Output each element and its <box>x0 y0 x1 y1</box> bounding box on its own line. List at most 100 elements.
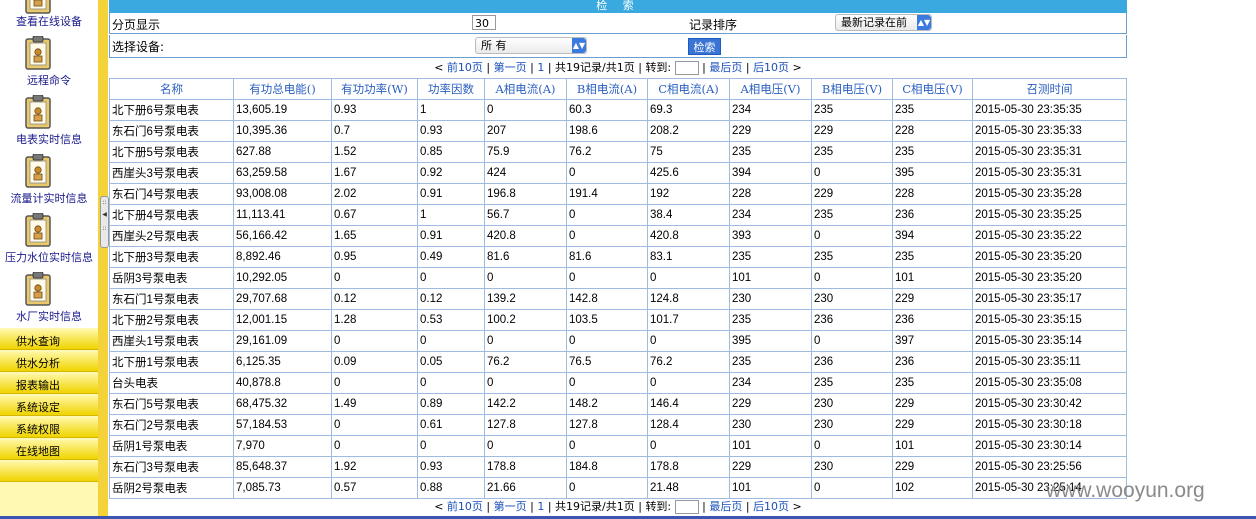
pager-first-link[interactable]: 第一页 <box>494 61 527 74</box>
table-cell: 0 <box>647 372 730 394</box>
table-cell: 0 <box>647 267 730 289</box>
table-cell: 0 <box>811 330 893 352</box>
menu-item-label: 系统权限 <box>16 423 60 436</box>
table-cell: 235 <box>811 99 893 121</box>
pager-prev10-link[interactable]: 前10页 <box>447 500 483 513</box>
table-cell: 北下册2号泵电表 <box>109 309 234 331</box>
table-cell: 397 <box>892 330 973 352</box>
table-cell: 0 <box>566 204 648 226</box>
table-cell: 229 <box>729 456 812 478</box>
pager-first-link[interactable]: 第一页 <box>494 500 527 513</box>
sort-select[interactable]: 最新记录在前 ▲▼ <box>835 14 932 31</box>
sidebar-item-label: 水厂实时信息 <box>16 310 82 323</box>
table-cell: 63,259.58 <box>233 162 332 184</box>
table-cell: 2015-05-30 23:25:56 <box>972 456 1127 478</box>
table-cell: 76.5 <box>566 351 648 373</box>
pager-prev10-link[interactable]: 前10页 <box>447 61 483 74</box>
sidebar-item-meter-realtime[interactable]: 电表实时信息 <box>0 92 98 147</box>
collapse-handle[interactable]: :: ◀:: <box>100 196 109 248</box>
table-cell: 1.52 <box>331 141 418 163</box>
table-cell: 12,001.15 <box>233 309 332 331</box>
table-cell: 101 <box>892 435 973 457</box>
table-row: 北下册3号泵电表 8,892.46 0.95 0.49 81.6 81.6 83.1 235 2… <box>109 246 1127 268</box>
table-cell: 196.8 <box>484 183 567 205</box>
table-cell: 0 <box>417 330 485 352</box>
pager-goto-input[interactable] <box>674 61 699 75</box>
menu-item-label: 报表输出 <box>16 379 60 392</box>
page-size-input[interactable]: 30 <box>472 15 496 30</box>
table-cell: 西崖头3号泵电表 <box>109 162 234 184</box>
table-cell: 21.66 <box>484 477 567 499</box>
device-select[interactable]: 所 有 ▲▼ <box>475 37 587 54</box>
clipboard-icon <box>23 94 53 129</box>
table-cell: 8,892.46 <box>233 246 332 268</box>
table-cell: 229 <box>892 414 973 436</box>
table-cell: 0.91 <box>417 225 485 247</box>
pager-current-page[interactable]: 1 <box>537 61 544 74</box>
table-cell: 208.2 <box>647 120 730 142</box>
pager-next10-link[interactable]: 后10页 <box>753 61 789 74</box>
search-button[interactable]: 检索 <box>688 38 721 55</box>
table-cell: 235 <box>892 99 973 121</box>
pager-current-page[interactable]: 1 <box>537 500 544 513</box>
sidebar-item-pressure-realtime[interactable]: 压力水位实时信息 <box>0 210 98 265</box>
sort-label: 记录排序 <box>689 18 738 32</box>
sidebar-item-remote-command[interactable]: 远程命令 <box>0 33 98 88</box>
table-cell: 东石门6号泵电表 <box>109 120 234 142</box>
table-cell: 1.92 <box>331 456 418 478</box>
pager-last-link[interactable]: 最后页 <box>709 500 742 513</box>
table-cell: 2015-05-30 23:35:17 <box>972 288 1127 310</box>
table-cell: 2015-05-30 23:35:20 <box>972 246 1127 268</box>
table-cell: 83.1 <box>647 246 730 268</box>
device-select-value: 所 有 <box>481 39 507 52</box>
table-cell: 北下册5号泵电表 <box>109 141 234 163</box>
menu-item-report-output[interactable]: 报表输出 <box>0 374 98 394</box>
table-cell: 0.12 <box>331 288 418 310</box>
menu-item-supply-analysis[interactable]: 供水分析 <box>0 352 98 372</box>
table-row: 东石门2号泵电表 57,184.53 0 0.61 127.8 127.8 128.4 230… <box>109 414 1127 436</box>
menu-item-supply-query[interactable]: 供水查询 <box>0 330 98 350</box>
sidebar-item-plant-realtime[interactable]: 水厂实时信息 <box>0 269 98 324</box>
pager-goto-input[interactable] <box>674 500 699 514</box>
table-cell: 岳阴2号泵电表 <box>109 477 234 499</box>
table-cell: 235 <box>892 141 973 163</box>
table-cell: 146.4 <box>647 393 730 415</box>
table-cell: 0 <box>811 162 893 184</box>
table-cell: 127.8 <box>566 414 648 436</box>
table-cell: 229 <box>811 183 893 205</box>
table-cell: 东石门5号泵电表 <box>109 393 234 415</box>
menu-item-system-settings[interactable]: 系统设定 <box>0 396 98 416</box>
table-cell: 234 <box>729 204 812 226</box>
table-row: 岳阴1号泵电表 7,970 0 0 0 0 0 101 0 101 2015-05-30 23:30… <box>109 435 1127 457</box>
frame-divider <box>98 0 108 519</box>
table-row: 北下册2号泵电表 12,001.15 1.28 0.53 100.2 103.5 101.7… <box>109 309 1127 331</box>
sidebar-item-label: 流量计实时信息 <box>10 192 88 205</box>
table-cell: 2015-05-30 23:30:42 <box>972 393 1127 415</box>
sidebar-item-label: 压力水位实时信息 <box>5 251 93 264</box>
table-cell: 0 <box>484 330 567 352</box>
table-cell: 178.8 <box>647 456 730 478</box>
table-cell: 139.2 <box>484 288 567 310</box>
table-cell: 北下册3号泵电表 <box>109 246 234 268</box>
table-cell: 0 <box>811 435 893 457</box>
pager-next10-link[interactable]: 后10页 <box>753 500 789 513</box>
table-cell: 0 <box>484 435 567 457</box>
sidebar-item-online-devices[interactable]: 查看在线设备 <box>0 0 98 30</box>
table-cell: 1.49 <box>331 393 418 415</box>
table-cell: 236 <box>811 309 893 331</box>
table-cell: 230 <box>729 414 812 436</box>
pager-last-link[interactable]: 最后页 <box>709 61 742 74</box>
table-cell: 2015-05-30 23:35:22 <box>972 225 1127 247</box>
table-cell: 0 <box>811 267 893 289</box>
table-row: 北下册6号泵电表 13,605.19 0.93 1 0 60.3 69.3 234 235 235… <box>109 99 1127 121</box>
table-row: 北下册1号泵电表 6,125.35 0.09 0.05 76.2 76.5 76.2 235 2… <box>109 351 1127 373</box>
search-row-2: 选择设备: 所 有 ▲▼ <box>109 35 1127 58</box>
menu-item-online-map[interactable]: 在线地图 <box>0 440 98 460</box>
sidebar-item-flowmeter-realtime[interactable]: 流量计实时信息 <box>0 151 98 206</box>
table-cell: 229 <box>892 456 973 478</box>
menu-item-system-permissions[interactable]: 系统权限 <box>0 418 98 438</box>
page-margin <box>1240 0 1256 519</box>
table-cell: 228 <box>892 120 973 142</box>
pager-top: < 前10页 | 第一页 | 1 | 共19记录/共1页 | 转到: | 最后页… <box>434 61 802 75</box>
table-row: 东石门5号泵电表 68,475.32 1.49 0.89 142.2 148.2 146.4… <box>109 393 1127 415</box>
